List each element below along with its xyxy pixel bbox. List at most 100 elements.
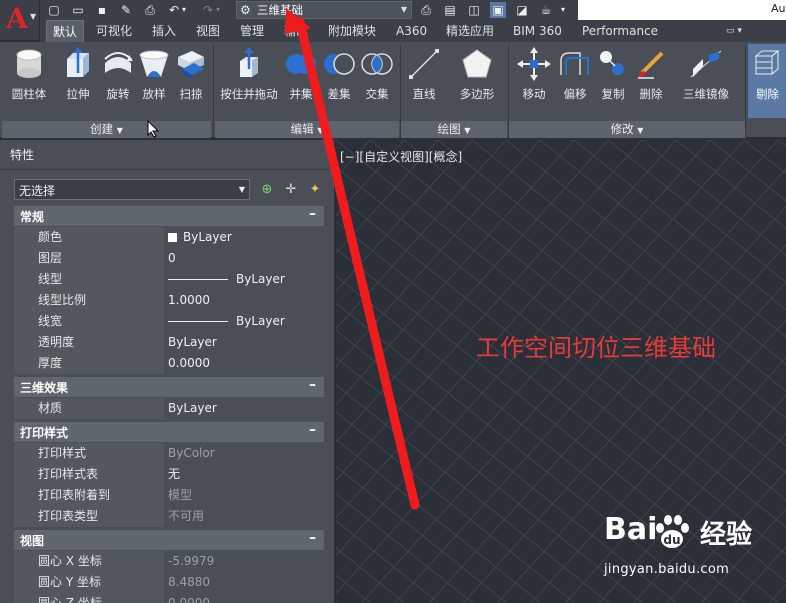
property-row[interactable]: 线型比例 1.0000: [14, 290, 324, 311]
property-row[interactable]: 材质 ByLayer: [14, 398, 324, 419]
grid-line: [336, 140, 541, 368]
property-row[interactable]: 厚度 0.0000: [14, 353, 324, 374]
panel-edit-title[interactable]: 编辑 ▼: [215, 121, 399, 138]
collapse-icon[interactable]: –: [309, 422, 316, 438]
grid-line: [336, 140, 609, 443]
render-icon[interactable]: ◫: [466, 2, 482, 18]
section-3d-effects[interactable]: 三维效果 –: [14, 377, 324, 397]
property-value: 不可用: [165, 506, 324, 527]
revolve-icon: [104, 52, 133, 73]
property-row[interactable]: 打印样式表 无: [14, 464, 324, 485]
teapot-icon[interactable]: ☕: [538, 2, 554, 18]
union-icon: [286, 54, 316, 74]
quick-select-icon[interactable]: ✦: [306, 181, 324, 199]
property-value[interactable]: 1.0000: [165, 290, 324, 311]
property-value[interactable]: ByLayer: [165, 269, 324, 290]
property-row[interactable]: 图层 0: [14, 248, 324, 269]
selection-dropdown[interactable]: 无选择 ▼: [14, 179, 250, 200]
property-row[interactable]: 线宽 ByLayer: [14, 311, 324, 332]
erase-button[interactable]: 删除: [632, 47, 670, 103]
property-value[interactable]: 0.0000: [165, 353, 324, 374]
ribbon: 圆柱体 拉伸 旋转 放样 扫掠 创建 ▼ 按住并拖动 并集 差集 交集 编辑 ▼…: [0, 42, 786, 138]
extrude-button[interactable]: 拉伸: [56, 47, 100, 103]
tab-default[interactable]: 默认: [46, 20, 85, 42]
section-general[interactable]: 常规 –: [14, 206, 324, 226]
property-row[interactable]: 颜色 ByLayer: [14, 227, 324, 248]
property-row[interactable]: 打印表附着到 模型: [14, 485, 324, 506]
polygon-button[interactable]: 多边形: [450, 47, 504, 103]
save-as-icon[interactable]: ✎: [118, 2, 134, 18]
property-value: 8.4880: [165, 572, 324, 593]
subtract-button[interactable]: 差集: [320, 47, 358, 103]
cylinder-button[interactable]: 圆柱体: [6, 47, 52, 103]
tab-bim360[interactable]: BIM 360: [507, 20, 568, 42]
revolve-button[interactable]: 旋转: [100, 47, 136, 103]
application-menu-button[interactable]: A ▼: [0, 0, 40, 40]
property-value[interactable]: ByLayer: [165, 227, 324, 248]
sweep-button[interactable]: 扫掠: [172, 47, 210, 103]
offset-button[interactable]: 偏移: [556, 47, 594, 103]
move-button[interactable]: 移动: [512, 47, 556, 103]
customize-dropdown-icon[interactable]: ▾: [558, 2, 568, 18]
tab-manage[interactable]: 管理: [234, 20, 270, 42]
tab-visualize[interactable]: 可视化: [90, 20, 138, 42]
section-view[interactable]: 视图 –: [14, 530, 324, 550]
panel-draw-title[interactable]: 绘图 ▼: [401, 121, 507, 138]
panel-modify-title[interactable]: 修改 ▼: [509, 121, 745, 138]
property-value[interactable]: ByLayer: [165, 311, 324, 332]
drawing-viewport[interactable]: [−][自定义视图][概念] 工作空间切位三维基础 Bai du 经验 jing…: [336, 140, 786, 603]
property-value[interactable]: 无: [165, 464, 324, 485]
print-icon[interactable]: ⎙: [142, 2, 158, 18]
plot-icon[interactable]: ⎙: [418, 2, 434, 18]
viewport-controls-label[interactable]: [−][自定义视图][概念]: [340, 148, 462, 165]
extrude-icon: [67, 47, 89, 77]
loft-button[interactable]: 放样: [136, 47, 172, 103]
redo-dropdown-icon[interactable]: ▾: [214, 2, 222, 18]
extrude-label: 拉伸: [66, 87, 90, 101]
property-row[interactable]: 线型 ByLayer: [14, 269, 324, 290]
open-file-icon[interactable]: ▭: [70, 2, 86, 18]
property-key: 厚度: [14, 353, 164, 374]
properties-toggle-icon[interactable]: ▣: [490, 2, 506, 18]
union-button[interactable]: 并集: [282, 47, 320, 103]
property-row[interactable]: 圆心 X 坐标 -5.9979: [14, 551, 324, 572]
property-row[interactable]: 圆心 Z 坐标 0.0000: [14, 593, 324, 603]
undo-dropdown-icon[interactable]: ▾: [180, 2, 188, 18]
tab-view[interactable]: 视图: [190, 20, 226, 42]
property-row[interactable]: 圆心 Y 坐标 8.4880: [14, 572, 324, 593]
panel-create-title[interactable]: 创建 ▼: [2, 121, 211, 138]
toggle-pickadd-icon[interactable]: ⊕: [258, 181, 276, 199]
property-value[interactable]: 0: [165, 248, 324, 269]
collapse-icon[interactable]: –: [309, 377, 316, 393]
tab-addins[interactable]: 附加模块: [322, 20, 382, 42]
workspace-selector[interactable]: ⚙ 三维基础 ▼: [236, 1, 412, 19]
select-objects-icon[interactable]: ✛: [282, 181, 300, 199]
line-button[interactable]: 直线: [402, 47, 446, 103]
cull-button[interactable]: 剔除: [748, 44, 786, 118]
property-key: 材质: [14, 398, 164, 419]
property-row[interactable]: 打印样式 ByColor: [14, 443, 324, 464]
property-row[interactable]: 打印表类型 不可用: [14, 506, 324, 527]
copy-button[interactable]: 复制: [594, 47, 632, 103]
properties-title[interactable]: 特性: [0, 140, 334, 170]
collapse-icon[interactable]: –: [309, 530, 316, 546]
tab-insert[interactable]: 插入: [146, 20, 182, 42]
collapse-icon[interactable]: –: [309, 206, 316, 222]
grid-line: [336, 601, 338, 603]
tab-featured-apps[interactable]: 精选应用: [440, 20, 500, 42]
tab-output[interactable]: 输出: [278, 20, 314, 42]
intersect-button[interactable]: 交集: [358, 47, 396, 103]
section-plot-style[interactable]: 打印样式 –: [14, 422, 324, 442]
property-row[interactable]: 透明度 ByLayer: [14, 332, 324, 353]
property-value[interactable]: ByLayer: [165, 332, 324, 353]
new-file-icon[interactable]: ▢: [46, 2, 62, 18]
presspull-button[interactable]: 按住并拖动: [216, 47, 282, 103]
tab-performance[interactable]: Performance: [576, 20, 664, 42]
sheet-set-icon[interactable]: ◪: [514, 2, 530, 18]
ribbon-minimize-icon[interactable]: ▭ ▾: [726, 25, 754, 37]
publish-icon[interactable]: ▤: [442, 2, 458, 18]
save-icon[interactable]: ▪: [94, 2, 110, 18]
property-value[interactable]: ByLayer: [165, 398, 324, 419]
mirror3d-button[interactable]: 三维镜像: [676, 47, 736, 103]
tab-a360[interactable]: A360: [390, 20, 433, 42]
